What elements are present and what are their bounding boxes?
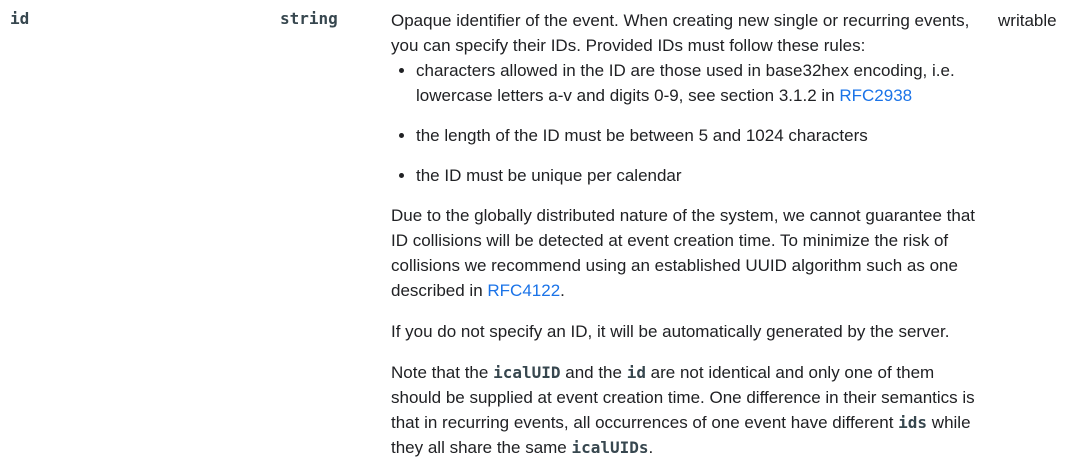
rule-item: the length of the ID must be between 5 a… bbox=[416, 123, 981, 148]
rfc4122-link[interactable]: RFC4122 bbox=[487, 281, 560, 300]
rule-text: the length of the ID must be between 5 a… bbox=[416, 126, 868, 145]
code-id: id bbox=[626, 363, 646, 382]
code-ids: ids bbox=[898, 413, 928, 432]
property-row: id string Opaque identifier of the event… bbox=[0, 0, 1076, 473]
collision-suffix: . bbox=[560, 281, 565, 300]
id-rules-list: characters allowed in the ID are those u… bbox=[391, 58, 981, 188]
collision-text: Due to the globally distributed nature o… bbox=[391, 206, 976, 300]
code-icaluids: icalUIDs bbox=[571, 438, 649, 457]
property-name: id bbox=[10, 9, 30, 28]
note-part-1: Note that the bbox=[391, 363, 494, 382]
auto-generate-paragraph: If you do not specify an ID, it will be … bbox=[391, 322, 950, 341]
property-description: Opaque identifier of the event. When cre… bbox=[391, 8, 981, 460]
collision-paragraph: Due to the globally distributed nature o… bbox=[391, 203, 981, 303]
rule-text: the ID must be unique per calendar bbox=[416, 166, 682, 185]
note-part-2: and the bbox=[560, 363, 627, 382]
note-part-5: . bbox=[648, 438, 654, 457]
note-paragraph: Note that the icalUID and the id are not… bbox=[391, 360, 981, 460]
property-notes: writable bbox=[998, 11, 1057, 30]
property-type: string bbox=[280, 9, 338, 28]
rfc2938-link[interactable]: RFC2938 bbox=[839, 86, 912, 105]
rule-item: the ID must be unique per calendar bbox=[416, 163, 981, 188]
description-intro: Opaque identifier of the event. When cre… bbox=[391, 11, 970, 55]
code-icaluid: icalUID bbox=[493, 363, 561, 382]
rule-item: characters allowed in the ID are those u… bbox=[416, 58, 981, 108]
